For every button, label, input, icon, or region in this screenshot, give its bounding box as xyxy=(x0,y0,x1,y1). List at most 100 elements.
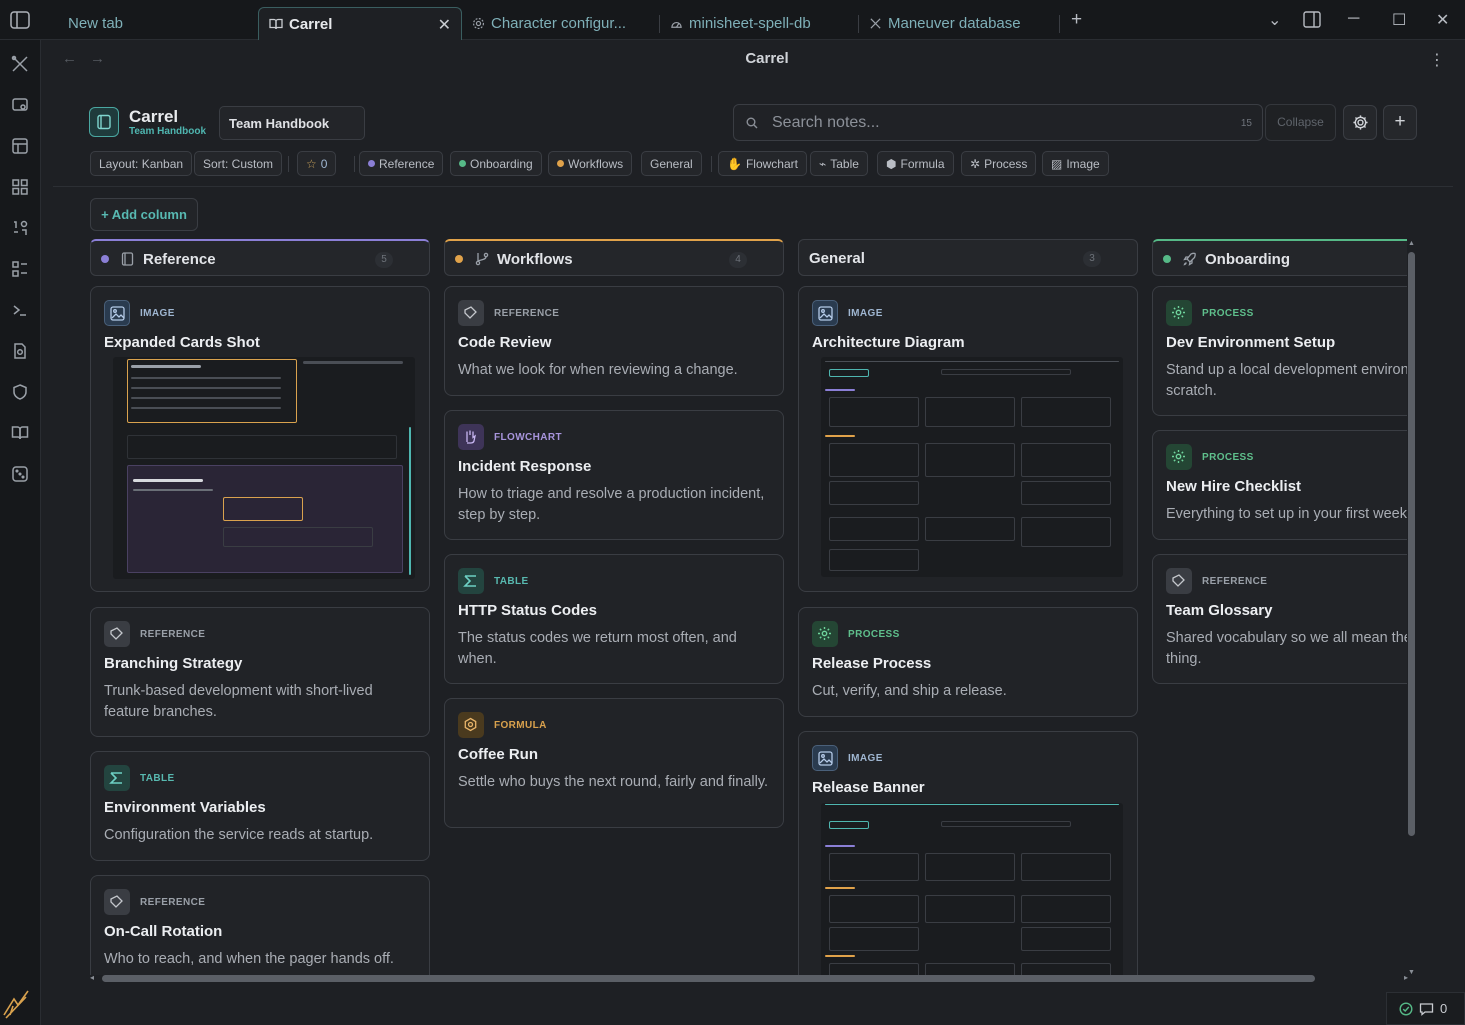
status-bar: 0 xyxy=(1386,992,1465,1025)
tab-character-config[interactable]: Character configur... xyxy=(462,7,660,40)
column-header[interactable]: Reference 5 xyxy=(90,239,430,276)
column-color-dot xyxy=(101,255,109,263)
image-icon: ▨ xyxy=(1051,156,1063,171)
app-subtitle: Team Handbook xyxy=(129,126,207,137)
gear-icon xyxy=(1166,300,1192,326)
layout-icon[interactable] xyxy=(11,137,29,155)
new-tab-button[interactable]: + xyxy=(1071,9,1082,31)
tag-chip-workflows[interactable]: Workflows xyxy=(548,151,633,176)
note-card[interactable]: PROCESS Dev Environment Setup Stand up a… xyxy=(1152,286,1407,416)
sidebar-toggle-icon[interactable] xyxy=(10,11,30,29)
type-chip-process[interactable]: ✲ Process xyxy=(961,151,1037,176)
formula-icon xyxy=(458,712,484,738)
column-count: 5 xyxy=(375,252,393,268)
type-chip-formula[interactable]: ⬢ Formula xyxy=(877,151,954,176)
card-kind: PROCESS xyxy=(1202,308,1254,319)
chip-label: Layout: Kanban xyxy=(99,156,184,171)
type-chip-image[interactable]: ▨ Image xyxy=(1042,151,1109,176)
star-icon: ☆ xyxy=(306,156,317,171)
column-count: 4 xyxy=(729,252,747,268)
tag-chip-reference[interactable]: Reference xyxy=(359,151,444,176)
tab-minisheet-spell-db[interactable]: minisheet-spell-db xyxy=(660,7,859,40)
column-header[interactable]: Workflows 4 xyxy=(444,239,784,276)
files-icon[interactable] xyxy=(11,96,29,114)
tab-maneuver-database[interactable]: Maneuver database xyxy=(859,7,1060,40)
close-window-icon[interactable]: ✕ xyxy=(1436,10,1449,30)
grid-icon[interactable] xyxy=(11,178,29,196)
column-header[interactable]: General 3 xyxy=(798,239,1138,276)
note-card[interactable]: REFERENCE On-Call Rotation Who to reach,… xyxy=(90,875,430,975)
crossed-tools-icon[interactable] xyxy=(11,55,29,73)
minimize-icon[interactable]: ─ xyxy=(1348,10,1359,28)
shield-icon[interactable] xyxy=(11,383,29,401)
tag-chip-general[interactable]: General xyxy=(641,151,702,176)
dashboard-icon xyxy=(671,22,682,28)
column-name: Reference xyxy=(143,251,216,268)
table-icon: ⌁ xyxy=(819,156,827,171)
note-card[interactable]: TABLE HTTP Status Codes The status codes… xyxy=(444,554,784,684)
column-header[interactable]: Onboarding xyxy=(1152,239,1407,276)
card-description: Everything to set up in your first week. xyxy=(1166,506,1407,522)
table-icon xyxy=(458,568,484,594)
add-note-button[interactable]: + xyxy=(1383,105,1417,140)
close-tab-icon[interactable]: ✕ xyxy=(438,15,451,35)
starred-chip[interactable]: ☆ 0 xyxy=(297,151,337,176)
sort-chip[interactable]: Sort: Custom xyxy=(194,151,283,176)
comment-icon[interactable] xyxy=(1419,1002,1434,1016)
tab-label: minisheet-spell-db xyxy=(689,15,811,32)
scrollbar-thumb[interactable] xyxy=(102,975,1315,982)
note-card[interactable]: REFERENCE Code Review What we look for w… xyxy=(444,286,784,396)
tab-bar: New tab Carrel ✕ Character configur... m… xyxy=(0,0,1465,40)
sync-check-icon[interactable] xyxy=(1399,1001,1413,1016)
gear-icon xyxy=(472,17,485,30)
book-open-icon[interactable] xyxy=(11,424,29,442)
formula-icon: ⬢ xyxy=(886,156,897,171)
tab-carrel[interactable]: Carrel ✕ xyxy=(258,7,462,40)
numbers-icon[interactable] xyxy=(11,219,29,237)
settings-button[interactable] xyxy=(1343,105,1377,140)
file-search-icon[interactable] xyxy=(11,342,29,360)
chip-label: Reference xyxy=(379,156,435,171)
maximize-icon[interactable]: ☐ xyxy=(1392,10,1406,30)
horizontal-scrollbar[interactable]: ◂ ▸ xyxy=(90,973,1408,983)
note-card[interactable]: IMAGE Release Banner xyxy=(798,731,1138,975)
app-title: Carrel xyxy=(129,107,179,126)
scrollbar-thumb[interactable] xyxy=(1408,252,1415,836)
add-column-button[interactable]: + Add column xyxy=(90,198,198,231)
card-description: Stand up a local development environment… xyxy=(1166,362,1407,399)
note-card[interactable]: REFERENCE Branching Strategy Trunk-based… xyxy=(90,607,430,737)
board-selector[interactable]: Team Handbook xyxy=(219,106,365,140)
page-title: Carrel xyxy=(745,50,789,67)
tab-label: Carrel xyxy=(289,15,333,33)
list-icon[interactable] xyxy=(11,260,29,278)
search-input[interactable] xyxy=(772,111,1212,135)
note-card[interactable]: FORMULA Coffee Run Settle who buys the n… xyxy=(444,698,784,828)
note-card[interactable]: FLOWCHART Incident Response How to triag… xyxy=(444,410,784,540)
card-title: On-Call Rotation xyxy=(104,923,223,940)
type-chip-table[interactable]: ⌁ Table xyxy=(810,151,868,176)
note-card[interactable]: IMAGE Architecture Diagram xyxy=(798,286,1138,592)
collapse-button[interactable]: Collapse xyxy=(1265,104,1336,141)
chevron-down-icon[interactable]: ⌄ xyxy=(1268,10,1281,30)
note-card[interactable]: PROCESS Release Process Cut, verify, and… xyxy=(798,607,1138,717)
chip-label: Onboarding xyxy=(470,156,533,171)
card-title: Architecture Diagram xyxy=(812,334,965,351)
note-card[interactable]: IMAGE Expanded Cards Shot xyxy=(90,286,430,592)
bookmark-icon xyxy=(1166,568,1192,594)
note-card[interactable]: TABLE Environment Variables Configuratio… xyxy=(90,751,430,861)
note-count-badge: 15 xyxy=(1240,118,1252,129)
split-view-icon[interactable] xyxy=(1303,11,1321,28)
note-card[interactable]: PROCESS New Hire Checklist Everything to… xyxy=(1152,430,1407,540)
layout-chip[interactable]: Layout: Kanban xyxy=(90,151,193,176)
tag-chip-onboarding[interactable]: Onboarding xyxy=(450,151,542,176)
card-kind: REFERENCE xyxy=(140,897,206,908)
main-panel: ← → Carrel ⋮ Carrel Team Handbook Team H… xyxy=(41,40,1465,1025)
type-chip-flowchart[interactable]: ✋ Flowchart xyxy=(718,151,807,176)
vault-logo-icon[interactable] xyxy=(2,985,30,1019)
dice-icon[interactable] xyxy=(11,465,29,483)
tab-new-tab[interactable]: New tab xyxy=(58,7,258,40)
more-options-icon[interactable]: ⋮ xyxy=(1429,50,1445,70)
note-card[interactable]: REFERENCE Team Glossary Shared vocabular… xyxy=(1152,554,1407,684)
vertical-scrollbar[interactable]: ▲ ▼ xyxy=(1407,240,1416,976)
terminal-icon[interactable] xyxy=(11,301,29,319)
